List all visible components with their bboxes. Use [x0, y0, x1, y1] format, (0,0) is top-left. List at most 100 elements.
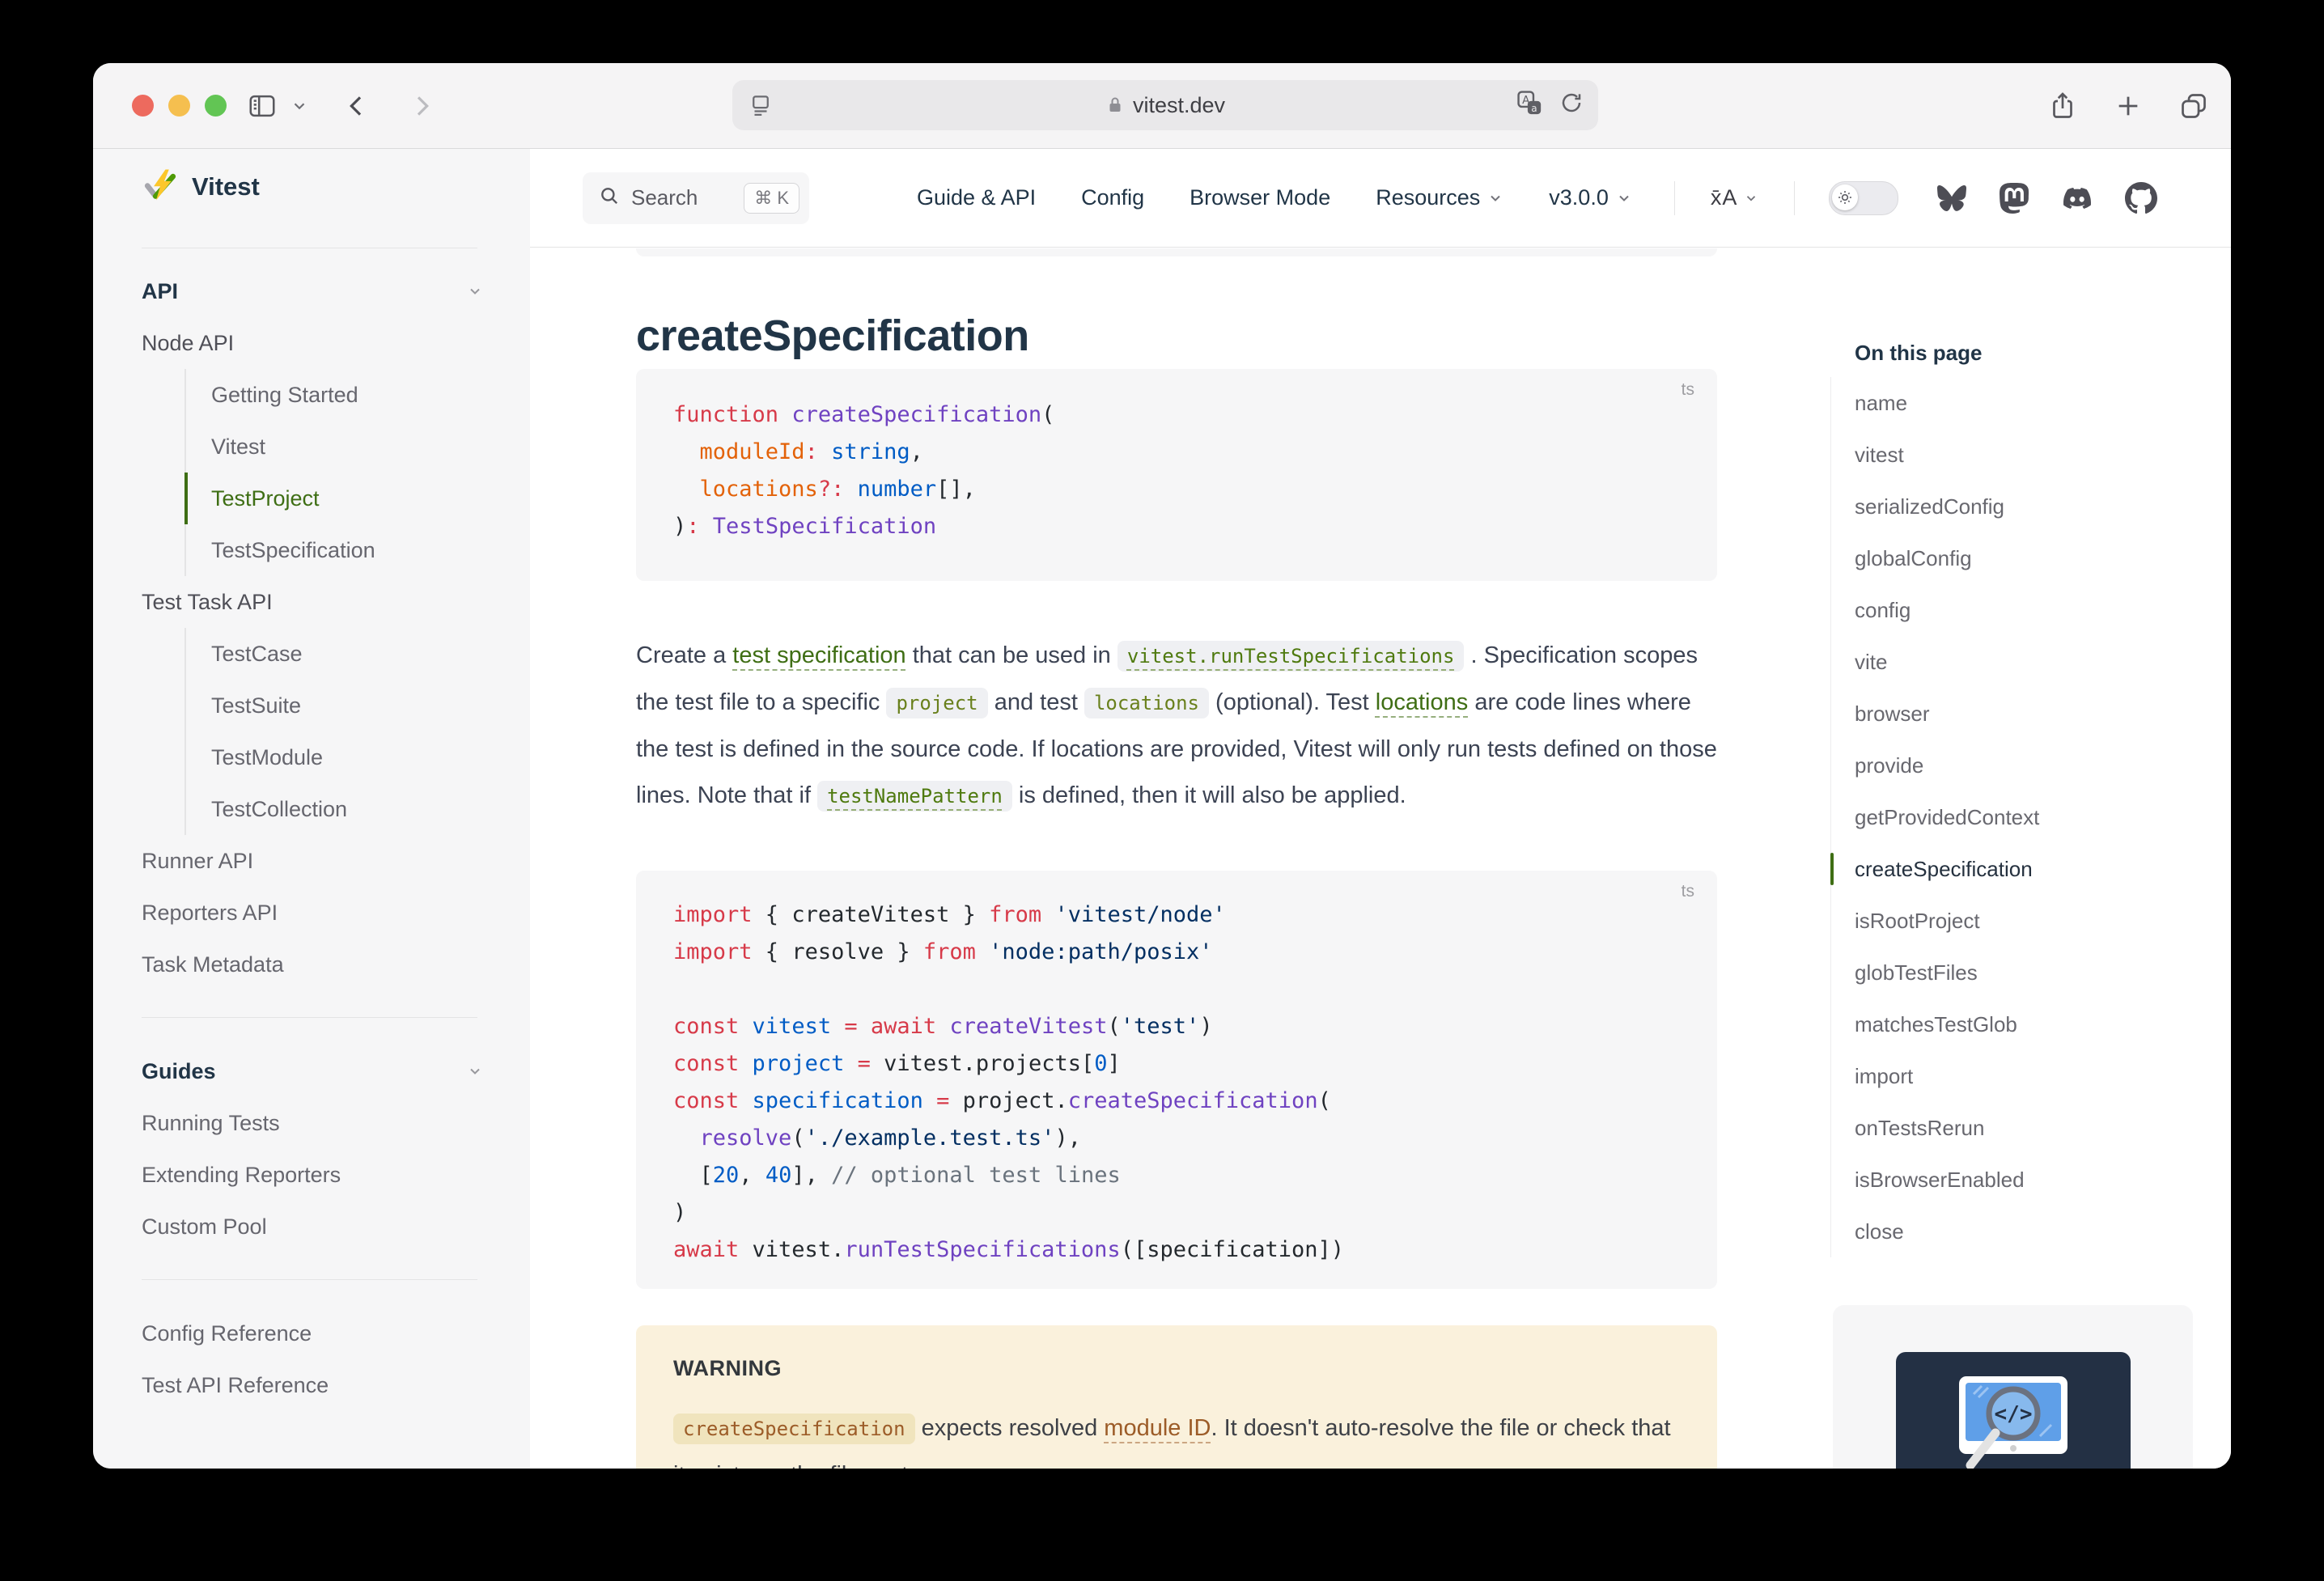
text-run: Create a — [636, 642, 732, 668]
outline-item-import[interactable]: import — [1830, 1050, 2211, 1102]
sidebar-item-test-task-api[interactable]: Test Task API — [93, 576, 530, 628]
sidebar-item-config-reference[interactable]: Config Reference — [93, 1308, 530, 1359]
nav-link-v3-0-0[interactable]: v3.0.0 — [1549, 185, 1632, 210]
search-icon — [599, 185, 620, 210]
code-line: locations?: number[], — [673, 471, 1680, 508]
zoom-window-button[interactable] — [205, 95, 227, 117]
sidebar-item-custom-pool[interactable]: Custom Pool — [93, 1201, 530, 1253]
code-line: resolve('./example.test.ts'), — [673, 1120, 1680, 1157]
mastodon-icon[interactable] — [1999, 182, 2029, 214]
sidebar-item-testcollection[interactable]: TestCollection — [184, 783, 530, 835]
outline-item-close[interactable]: close — [1830, 1206, 2211, 1257]
navbar-separator — [1674, 181, 1675, 215]
sidebar-chevron-down-icon[interactable] — [290, 97, 308, 115]
minimize-window-button[interactable] — [168, 95, 190, 117]
outline-item-browser[interactable]: browser — [1830, 688, 2211, 740]
sidebar-item-testcase[interactable]: TestCase — [184, 628, 530, 680]
new-tab-icon[interactable] — [2114, 92, 2142, 120]
doc-content: createSpecification ts function createSp… — [530, 248, 2231, 1469]
github-icon[interactable] — [2125, 182, 2157, 214]
inline-link[interactable]: module ID — [1104, 1415, 1211, 1441]
address-bar[interactable]: vitest.dev A a — [732, 80, 1598, 130]
sidebar-item-api[interactable]: API — [93, 265, 530, 317]
nav-link-browser-mode[interactable]: Browser Mode — [1190, 185, 1330, 210]
code-line: import { resolve } from 'node:path/posix… — [673, 934, 1680, 971]
browser-toolbar: vitest.dev A a — [93, 63, 2231, 149]
nav-link-config[interactable]: Config — [1081, 185, 1144, 210]
language-switcher[interactable]: x̄A — [1711, 185, 1759, 210]
inline-code: project — [886, 688, 987, 718]
sidebar-item-running-tests[interactable]: Running Tests — [93, 1097, 530, 1149]
outline-item-isbrowserenabled[interactable]: isBrowserEnabled — [1830, 1154, 2211, 1206]
sidebar-item-testspecification[interactable]: TestSpecification — [184, 524, 530, 576]
outline-item-getprovidedcontext[interactable]: getProvidedContext — [1830, 791, 2211, 843]
inline-link[interactable]: locations — [1376, 689, 1468, 715]
code-line — [673, 971, 1680, 1008]
translate-icon[interactable]: A a — [1516, 89, 1543, 122]
sidebar-item-testmodule[interactable]: TestModule — [184, 731, 530, 783]
reader-view-icon[interactable] — [749, 93, 773, 117]
sidebar-item-label: Getting Started — [211, 383, 358, 408]
sidebar-item-task-metadata[interactable]: Task Metadata — [93, 939, 530, 990]
tab-overview-icon[interactable] — [2179, 91, 2208, 121]
reload-icon[interactable] — [1559, 91, 1584, 121]
outline-item-ontestsrerun[interactable]: onTestsRerun — [1830, 1102, 2211, 1154]
search-label: Search — [631, 185, 698, 210]
outline-item-matchestestglob[interactable]: matchesTestGlob — [1830, 998, 2211, 1050]
share-icon[interactable] — [2048, 91, 2077, 121]
code-line: moduleId: string, — [673, 434, 1680, 471]
sidebar-item-runner-api[interactable]: Runner API — [93, 835, 530, 887]
previous-code-block-edge — [636, 248, 1717, 256]
code-line: import { createVitest } from 'vitest/nod… — [673, 896, 1680, 934]
inline-link[interactable]: test specification — [732, 642, 905, 668]
outline-item-globalconfig[interactable]: globalConfig — [1830, 532, 2211, 584]
outline-item-vite[interactable]: vite — [1830, 636, 2211, 688]
sidebar-item-label: TestModule — [211, 745, 323, 770]
chevron-down-icon — [1487, 190, 1503, 206]
code-line: const specification = project.createSpec… — [673, 1083, 1680, 1120]
outline-item-globtestfiles[interactable]: globTestFiles — [1830, 947, 2211, 998]
sidebar-item-label: Extending Reporters — [142, 1163, 341, 1188]
outline-item-vitest[interactable]: vitest — [1830, 429, 2211, 481]
sidebar-item-testproject[interactable]: TestProject — [184, 473, 530, 524]
inline-link[interactable]: testNamePattern — [817, 781, 1012, 812]
back-button[interactable] — [344, 93, 370, 119]
outline-item-createspecification[interactable]: createSpecification — [1830, 843, 2211, 895]
sidebar-item-label: TestCollection — [211, 797, 347, 822]
outline-items: namevitestserializedConfigglobalConfigco… — [1830, 377, 2211, 1257]
vitest-logo[interactable]: Vitest — [142, 168, 260, 206]
sun-icon — [1832, 184, 1858, 210]
outline-item-name[interactable]: name — [1830, 377, 2211, 429]
sidebar-toggle-icon[interactable] — [247, 91, 278, 121]
text-run: (optional). Test — [1209, 689, 1376, 715]
forward-button — [409, 93, 435, 119]
search-button[interactable]: Search ⌘ K — [583, 172, 809, 224]
sidebar-item-extending-reporters[interactable]: Extending Reporters — [93, 1149, 530, 1201]
sponsor-card[interactable]: </> — [1833, 1305, 2193, 1469]
sidebar-item-test-api-reference[interactable]: Test API Reference — [93, 1359, 530, 1411]
sidebar-item-node-api[interactable]: Node API — [93, 317, 530, 369]
navbar-separator — [1794, 181, 1795, 215]
bluesky-icon[interactable] — [1936, 184, 1968, 213]
traffic-lights — [132, 95, 227, 117]
vitest-logo-icon — [142, 168, 179, 206]
sidebar-item-testsuite[interactable]: TestSuite — [184, 680, 530, 731]
outline-item-config[interactable]: config — [1830, 584, 2211, 636]
sidebar-item-getting-started[interactable]: Getting Started — [184, 369, 530, 421]
close-window-button[interactable] — [132, 95, 154, 117]
theme-toggle[interactable] — [1829, 181, 1898, 215]
code-line: ) — [673, 1194, 1680, 1231]
outline-item-serializedconfig[interactable]: serializedConfig — [1830, 481, 2211, 532]
code-line: ): TestSpecification — [673, 508, 1680, 545]
sidebar-item-vitest[interactable]: Vitest — [184, 421, 530, 473]
nav-link-resources[interactable]: Resources — [1376, 185, 1503, 210]
sidebar-item-reporters-api[interactable]: Reporters API — [93, 887, 530, 939]
sidebar-item-guides[interactable]: Guides — [93, 1045, 530, 1097]
chevron-down-icon — [1616, 190, 1632, 206]
outline-item-provide[interactable]: provide — [1830, 740, 2211, 791]
discord-icon[interactable] — [2060, 184, 2094, 212]
inline-link[interactable]: vitest.runTestSpecifications — [1117, 641, 1465, 672]
outline-item-isrootproject[interactable]: isRootProject — [1830, 895, 2211, 947]
svg-text:a: a — [1531, 102, 1537, 113]
nav-link-guide-api[interactable]: Guide & API — [917, 185, 1036, 210]
